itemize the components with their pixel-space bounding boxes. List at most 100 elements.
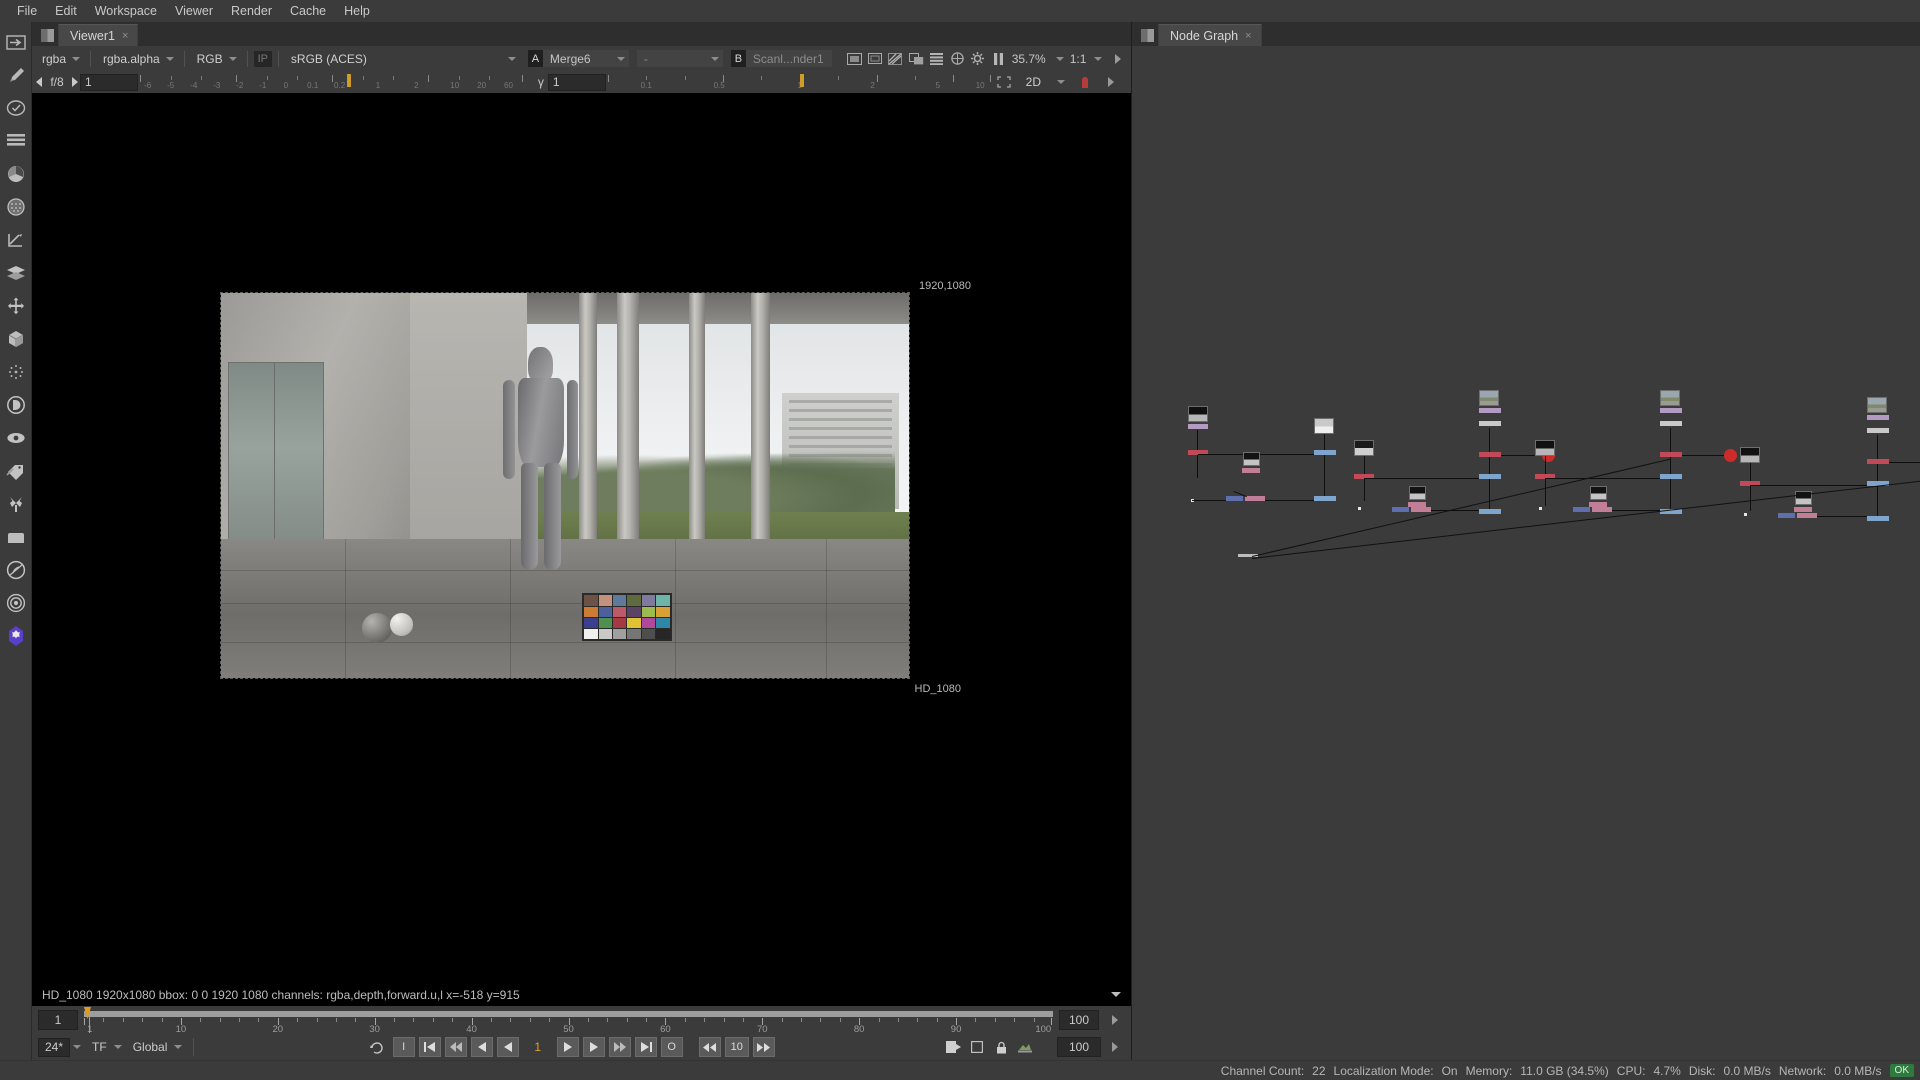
- node-bar[interactable]: [1242, 468, 1260, 473]
- step-back-button[interactable]: [699, 1037, 721, 1057]
- next-frame-button[interactable]: [583, 1037, 605, 1057]
- node-bar[interactable]: [1573, 507, 1590, 512]
- node-bar[interactable]: [1411, 507, 1431, 512]
- node-graph-canvas[interactable]: [1132, 46, 1920, 1060]
- 3d-icon[interactable]: [4, 327, 28, 351]
- wipe-icon[interactable]: [886, 49, 905, 68]
- node-merge-2[interactable]: [1409, 486, 1426, 500]
- node-merge-3[interactable]: [1590, 486, 1607, 500]
- playback-mode-icon[interactable]: [943, 1038, 963, 1057]
- node-merge-1[interactable]: [1243, 452, 1260, 466]
- node-bar[interactable]: [1660, 408, 1682, 413]
- node-bar[interactable]: [1479, 408, 1501, 413]
- node-bar[interactable]: [1314, 450, 1336, 455]
- loop-icon[interactable]: [367, 1037, 389, 1057]
- pause-icon[interactable]: [989, 49, 1008, 68]
- node-read-4[interactable]: [1740, 447, 1760, 463]
- node-bar[interactable]: [1392, 507, 1409, 512]
- other-icon[interactable]: [4, 525, 28, 549]
- chevron-down-icon[interactable]: [111, 1038, 125, 1057]
- toolsets-icon[interactable]: [4, 492, 28, 516]
- ratio-chevron[interactable]: [1088, 49, 1106, 68]
- in-point-button[interactable]: I: [393, 1037, 415, 1057]
- node-bar[interactable]: [1314, 496, 1336, 501]
- node-read-2[interactable]: [1354, 440, 1374, 456]
- tab-node-graph[interactable]: Node Graph ×: [1158, 24, 1262, 46]
- proxy-icon[interactable]: [845, 49, 864, 68]
- current-frame-display[interactable]: 1: [523, 1040, 553, 1054]
- colorspace-selector[interactable]: sRGB (ACES): [285, 49, 500, 68]
- frame-server-icon[interactable]: [1015, 1038, 1035, 1057]
- node-bar[interactable]: [1592, 507, 1612, 512]
- input-mid-selector[interactable]: -: [637, 50, 723, 67]
- menu-viewer[interactable]: Viewer: [166, 2, 222, 20]
- close-icon[interactable]: ×: [122, 30, 128, 42]
- gain-value[interactable]: 1: [80, 74, 138, 91]
- node-bar[interactable]: [1778, 513, 1795, 518]
- playback-menu-icon[interactable]: [1105, 1038, 1125, 1057]
- input-b-selector[interactable]: B Scanl...nder1: [731, 50, 832, 67]
- viewer-canvas[interactable]: 1920,1080 HD_1080: [32, 93, 1131, 984]
- node-bar[interactable]: [1867, 415, 1889, 420]
- node-bar[interactable]: [1867, 428, 1889, 433]
- zoom-chevron[interactable]: [1050, 49, 1068, 68]
- node-bar[interactable]: [1660, 452, 1682, 457]
- plugin-icon[interactable]: [4, 624, 28, 648]
- menu-cache[interactable]: Cache: [281, 2, 335, 20]
- node-bar[interactable]: [1245, 496, 1265, 501]
- tab-viewer1[interactable]: Viewer1 ×: [58, 24, 138, 46]
- node-bar[interactable]: [1479, 452, 1501, 457]
- ip-toggle[interactable]: IP: [254, 51, 272, 67]
- gamma-slider-handle[interactable]: [800, 74, 804, 87]
- viewer-mode-selector[interactable]: 2D: [1020, 73, 1045, 92]
- play-forward-button[interactable]: [557, 1037, 579, 1057]
- gear-icon[interactable]: [969, 49, 988, 68]
- fps-selector[interactable]: 24*: [38, 1038, 84, 1057]
- gain-stepper[interactable]: f/8: [36, 75, 78, 89]
- node-render-2[interactable]: [1660, 390, 1680, 406]
- out-point-button[interactable]: O: [661, 1037, 683, 1057]
- color-icon[interactable]: [4, 162, 28, 186]
- cara-icon[interactable]: [4, 558, 28, 582]
- gain-decrease-icon[interactable]: [36, 77, 42, 87]
- bbox-icon[interactable]: [866, 49, 885, 68]
- viewer-mode-chevron[interactable]: [1051, 73, 1069, 92]
- layers-icon[interactable]: [927, 49, 946, 68]
- viewer-menu-icon[interactable]: [1108, 49, 1127, 68]
- stop-icon[interactable]: [967, 1038, 987, 1057]
- chevron-down-icon[interactable]: [70, 1038, 84, 1057]
- filter-icon[interactable]: [4, 195, 28, 219]
- timeline-out-range[interactable]: 100: [1057, 1037, 1101, 1057]
- tf-selector[interactable]: TF: [88, 1038, 125, 1057]
- chevron-down-icon[interactable]: [613, 50, 629, 67]
- gain-increase-icon[interactable]: [72, 77, 78, 87]
- lock-range-icon[interactable]: [991, 1038, 1011, 1057]
- play-backward-button[interactable]: [497, 1037, 519, 1057]
- next-keyframe-button[interactable]: [609, 1037, 631, 1057]
- close-icon[interactable]: ×: [1245, 30, 1251, 42]
- menu-workspace[interactable]: Workspace: [86, 2, 166, 20]
- menu-file[interactable]: File: [8, 2, 46, 20]
- panel-grip-icon[interactable]: [36, 24, 58, 46]
- chevron-down-icon[interactable]: [171, 1038, 185, 1057]
- prev-keyframe-button[interactable]: [445, 1037, 467, 1057]
- last-frame-button[interactable]: [635, 1037, 657, 1057]
- node-bar[interactable]: [1797, 513, 1817, 518]
- gamma-slider[interactable]: 0.10.51 2510: [608, 74, 992, 90]
- panel-grip-icon[interactable]: [1136, 24, 1158, 46]
- status-badge[interactable]: OK: [1890, 1064, 1914, 1077]
- node-bar[interactable]: [1660, 421, 1682, 426]
- sync-selector[interactable]: Global: [129, 1038, 186, 1057]
- merge-icon[interactable]: [4, 261, 28, 285]
- viewer-region-icon[interactable]: [994, 73, 1014, 92]
- prev-frame-button[interactable]: [471, 1037, 493, 1057]
- gain-slider[interactable]: -6-5-4 -3-2-1 00.10.2 1210 2060: [140, 74, 524, 90]
- node-bar[interactable]: [1226, 496, 1243, 501]
- node-render-3[interactable]: [1867, 397, 1887, 413]
- deep-icon[interactable]: [4, 393, 28, 417]
- transform-icon[interactable]: [4, 294, 28, 318]
- node-bar[interactable]: [1794, 507, 1812, 512]
- timeline-end-frame[interactable]: 100: [1059, 1010, 1099, 1030]
- node-bar[interactable]: [1479, 509, 1501, 514]
- time-icon[interactable]: [4, 96, 28, 120]
